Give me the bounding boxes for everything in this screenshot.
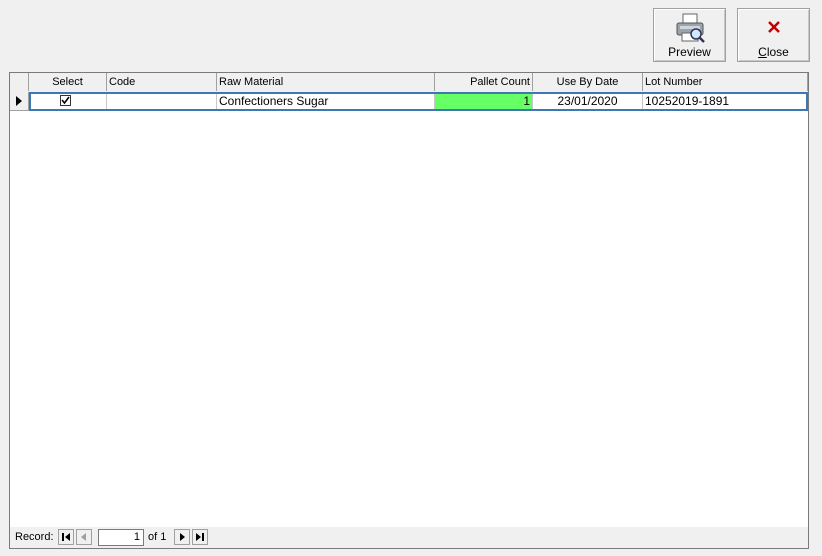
record-navigator: Record: 1 of 1	[10, 527, 808, 548]
data-grid[interactable]: Select Code Raw Material Pallet Count Us…	[9, 72, 809, 549]
next-record-icon	[180, 533, 185, 541]
pallet-count-cell[interactable]: 1	[435, 92, 533, 110]
next-record-button[interactable]	[174, 529, 190, 545]
record-label: Record:	[15, 531, 54, 543]
use-by-date-cell[interactable]: 23/01/2020	[533, 92, 643, 110]
header-pallet-count[interactable]: Pallet Count	[435, 73, 533, 91]
select-cell[interactable]	[29, 92, 107, 110]
lot-number-cell[interactable]: 10252019-1891	[643, 92, 808, 110]
current-record-input[interactable]: 1	[98, 529, 144, 546]
preview-label: Preview	[668, 45, 711, 59]
close-rest: lose	[766, 45, 789, 59]
close-button[interactable]: Close	[737, 8, 810, 62]
select-checkbox[interactable]	[60, 95, 71, 106]
record-total: of 1	[148, 531, 167, 543]
first-record-icon	[62, 533, 70, 541]
header-row-selector[interactable]	[10, 73, 29, 91]
previous-record-button[interactable]	[76, 529, 92, 545]
header-raw-material[interactable]: Raw Material	[217, 73, 435, 91]
header-select[interactable]: Select	[29, 73, 107, 91]
close-label: Close	[738, 45, 809, 59]
header-code[interactable]: Code	[107, 73, 217, 91]
last-record-button[interactable]	[192, 529, 208, 545]
checkmark-icon	[61, 96, 70, 105]
header-lot-number[interactable]: Lot Number	[643, 73, 808, 91]
preview-button[interactable]: Preview	[653, 8, 726, 62]
grid-header: Select Code Raw Material Pallet Count Us…	[10, 73, 808, 93]
raw-material-cell[interactable]: Confectioners Sugar	[217, 92, 435, 110]
previous-record-icon	[81, 533, 86, 541]
header-use-by-date[interactable]: Use By Date	[533, 73, 643, 91]
print-preview-icon	[676, 13, 705, 43]
close-x-icon	[767, 21, 780, 33]
code-cell[interactable]	[107, 92, 217, 110]
last-record-icon	[196, 533, 204, 541]
first-record-button[interactable]	[58, 529, 74, 545]
close-mnemonic: C	[758, 45, 767, 59]
table-row[interactable]: Confectioners Sugar 1 23/01/2020 1025201…	[10, 92, 808, 111]
